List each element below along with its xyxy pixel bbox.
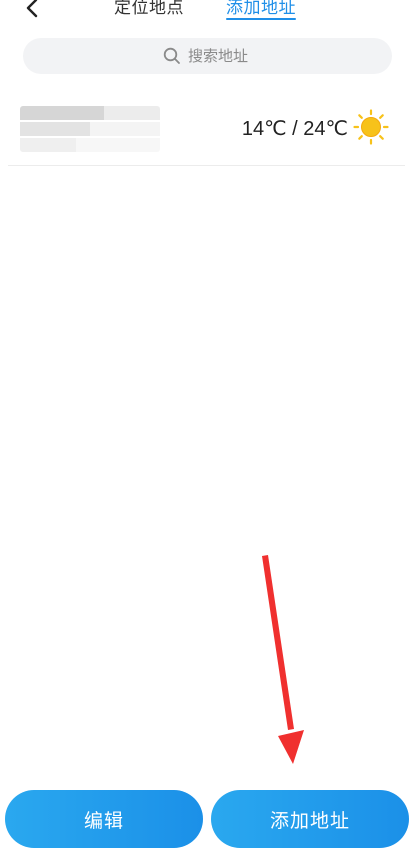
search-bar[interactable]: [23, 38, 392, 74]
temperature-range: 14℃ / 24℃: [241, 118, 348, 140]
tab-location[interactable]: 定位地点: [114, 0, 184, 25]
back-arrow-icon: [26, 0, 38, 18]
tab-add-address[interactable]: 添加地址: [226, 0, 296, 25]
bottom-actions: 编辑 添加地址: [0, 790, 412, 850]
add-address-button[interactable]: 添加地址: [211, 790, 409, 848]
annotation-arrow: [262, 555, 304, 764]
edit-button[interactable]: 编辑: [5, 790, 203, 848]
tab-add-address-label: 添加地址: [226, 0, 296, 18]
city-name-redacted: [20, 106, 160, 152]
back-button[interactable]: [18, 0, 46, 22]
search-icon: [163, 47, 180, 64]
active-tab-indicator: [226, 18, 296, 20]
tab-location-label: 定位地点: [114, 0, 184, 18]
header: 定位地点 添加地址: [0, 0, 412, 30]
add-address-screen: 定位地点 添加地址 14℃ / 24℃: [0, 0, 412, 866]
sun-icon: [353, 109, 389, 145]
search-input[interactable]: [188, 47, 252, 65]
list-item[interactable]: 14℃ / 24℃: [8, 96, 405, 166]
